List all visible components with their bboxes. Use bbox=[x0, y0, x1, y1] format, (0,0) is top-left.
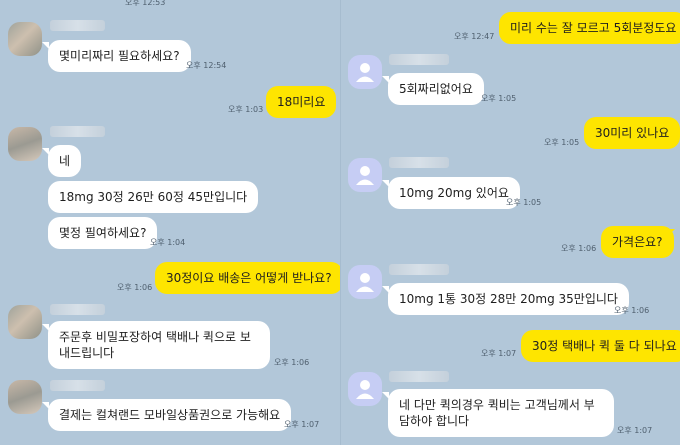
avatar[interactable] bbox=[8, 22, 42, 56]
sender-name bbox=[50, 20, 105, 31]
message-bubble: 네 다만 퀵의경우 퀵비는 고객님께서 부담하야 합니다 bbox=[388, 389, 614, 437]
avatar[interactable] bbox=[8, 305, 42, 339]
message-time: 오후 12:54 bbox=[186, 61, 227, 70]
message-time: 오후 1:06 bbox=[274, 358, 310, 367]
default-profile-icon bbox=[356, 63, 374, 82]
message-bubble: 네 bbox=[48, 145, 82, 177]
message-time: 오후 1:07 bbox=[284, 420, 320, 429]
sender-name bbox=[389, 264, 449, 275]
message-time: 오후 12:47 bbox=[454, 32, 495, 41]
message-bubble: 주문후 비밀포장하여 택배나 퀵으로 보내드립니다 bbox=[48, 321, 270, 369]
message-time: 오후 1:05 bbox=[506, 198, 542, 207]
message-time: 오후 12:53 bbox=[125, 0, 166, 7]
my-message-bubble: 18미리요 bbox=[266, 86, 337, 118]
message-bubble: 18mg 30정 26만 60정 45만입니다 bbox=[48, 181, 259, 213]
avatar[interactable] bbox=[8, 380, 42, 414]
chat-pane-right[interactable]: 미리 수는 잘 모르고 5회분정도요 오후 12:47 5회짜리없어요 오후 1… bbox=[340, 0, 680, 445]
my-message-bubble: 30정이요 배송은 어떻게 받나요? bbox=[155, 262, 340, 294]
avatar[interactable] bbox=[8, 127, 42, 161]
message-bubble: 결제는 컬쳐랜드 모바일상품권으로 가능해요 bbox=[48, 399, 292, 431]
default-profile-icon bbox=[356, 166, 374, 185]
my-message-bubble: 30정 택배나 퀵 둘 다 되나요 bbox=[521, 330, 680, 362]
message-time: 오후 1:07 bbox=[481, 349, 517, 358]
sender-name bbox=[389, 54, 449, 65]
chat-pane-left[interactable]: 오후 12:53 몇미리짜리 필요하세요? 오후 12:54 18미리요 오후 … bbox=[0, 0, 340, 445]
sender-name bbox=[50, 126, 105, 137]
my-message-bubble: 미리 수는 잘 모르고 5회분정도요 bbox=[499, 12, 680, 44]
sender-name bbox=[389, 157, 449, 168]
avatar[interactable] bbox=[348, 55, 382, 89]
message-bubble: 몇미리짜리 필요하세요? bbox=[48, 40, 191, 72]
avatar[interactable] bbox=[348, 158, 382, 192]
message-time: 오후 1:06 bbox=[614, 306, 650, 315]
message-bubble: 몇정 필여하세요? bbox=[48, 217, 158, 249]
message-time: 오후 1:03 bbox=[228, 105, 264, 114]
sender-name bbox=[50, 304, 105, 315]
message-time: 오후 1:06 bbox=[561, 244, 597, 253]
avatar[interactable] bbox=[348, 265, 382, 299]
avatar[interactable] bbox=[348, 372, 382, 406]
message-bubble: 10mg 1통 30정 28만 20mg 35만입니다 bbox=[388, 283, 629, 315]
message-bubble: 10mg 20mg 있어요 bbox=[388, 177, 520, 209]
message-time: 오후 1:04 bbox=[150, 238, 186, 247]
my-message-bubble: 가격은요? bbox=[601, 226, 674, 258]
message-time: 오후 1:05 bbox=[544, 138, 580, 147]
message-bubble: 5회짜리없어요 bbox=[388, 73, 484, 105]
sender-name bbox=[50, 380, 105, 391]
message-time: 오후 1:06 bbox=[117, 283, 153, 292]
message-time: 오후 1:05 bbox=[481, 94, 517, 103]
default-profile-icon bbox=[356, 380, 374, 399]
my-message-bubble: 30미리 있나요 bbox=[584, 117, 680, 149]
message-time: 오후 1:07 bbox=[617, 426, 653, 435]
sender-name bbox=[389, 371, 449, 382]
default-profile-icon bbox=[356, 273, 374, 292]
